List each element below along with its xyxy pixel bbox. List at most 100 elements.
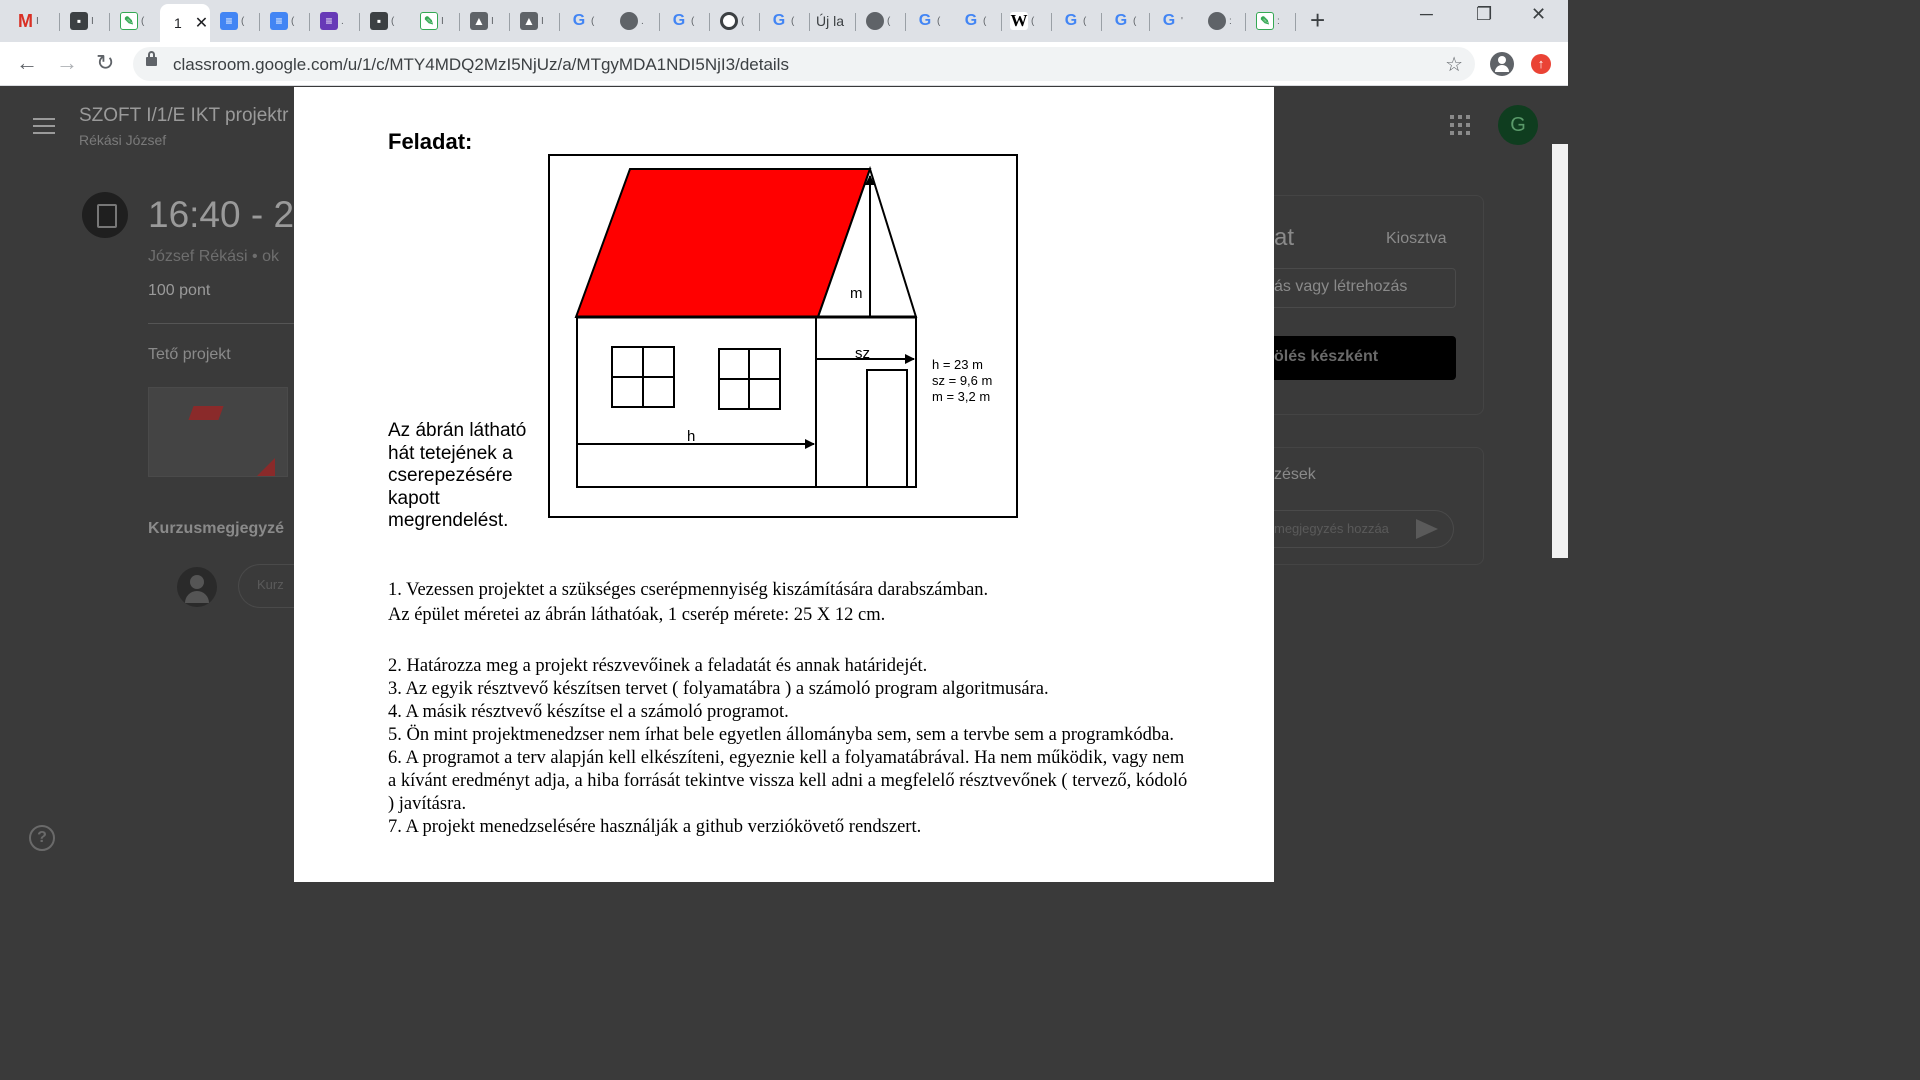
- profile-icon[interactable]: [1490, 52, 1514, 76]
- account-avatar[interactable]: G: [1498, 105, 1538, 145]
- tab-google-4[interactable]: G(: [906, 6, 956, 36]
- spreadsheet-icon: ✎: [1256, 12, 1274, 30]
- tab-image-2[interactable]: ▲ I: [510, 6, 560, 36]
- google-apps-icon[interactable]: [1450, 115, 1470, 135]
- tab-truncated-mark: (: [141, 15, 145, 27]
- google-icon: G: [772, 12, 786, 29]
- tab-wikipedia[interactable]: W(: [1000, 6, 1052, 36]
- tab-globe-2[interactable]: (: [856, 6, 906, 36]
- globe-icon: [620, 12, 638, 30]
- tab-title: Új la: [816, 13, 845, 29]
- google-icon: G: [572, 12, 586, 29]
- tab-truncated-mark: I: [441, 15, 444, 27]
- label-m: m: [850, 285, 863, 302]
- spreadsheet-icon: ✎: [120, 12, 138, 30]
- tab-truncated-mark: ': [1181, 15, 1183, 27]
- dim-h: h = 23 m: [932, 357, 983, 372]
- thumbnail-roof: [188, 406, 224, 420]
- new-tab-button[interactable]: +: [1310, 6, 1325, 34]
- tab-truncated-mark: .: [341, 15, 344, 27]
- window-left: [611, 346, 675, 408]
- tab-google-3[interactable]: G(: [760, 6, 810, 36]
- help-icon[interactable]: ?: [29, 825, 55, 851]
- tab-google-7[interactable]: G(: [1102, 6, 1150, 36]
- tab-truncated-mark: (: [887, 15, 891, 27]
- viewer-scrollbar[interactable]: [1552, 144, 1568, 558]
- lock-icon: [146, 51, 157, 66]
- close-tab-icon[interactable]: ✕: [195, 13, 208, 33]
- google-forms-icon: ≡: [320, 12, 338, 30]
- document-viewer: Feladat: m sz h h = 23 m sz = 9,6 m m = …: [294, 87, 1274, 882]
- tab-active[interactable]: 1 ✕: [160, 4, 210, 42]
- task-heading: Feladat:: [388, 129, 473, 154]
- restore-icon[interactable]: ❐: [1476, 4, 1492, 25]
- attachment-thumbnail[interactable]: [148, 387, 288, 477]
- tab-truncated-mark: I: [491, 15, 494, 27]
- assignment-description: Tető projekt: [148, 346, 231, 363]
- image-icon: ▲: [520, 12, 538, 30]
- assignment-icon: [82, 192, 128, 238]
- google-icon: G: [1162, 12, 1176, 29]
- address-bar[interactable]: classroom.google.com/u/1/c/MTY4MDQ2MzI5N…: [133, 47, 1475, 81]
- figure-caption: Az ábrán látható hát tetejének a cserepe…: [388, 420, 527, 531]
- tab-docs-2[interactable]: ≡(: [260, 6, 310, 36]
- instruction-item: 6. A programot a terv alapján kell elkés…: [388, 748, 1188, 814]
- minimize-icon[interactable]: ─: [1420, 4, 1433, 25]
- tab-google-5[interactable]: G(: [952, 6, 1002, 36]
- label-h: h: [687, 428, 695, 445]
- close-window-icon[interactable]: ✕: [1531, 4, 1546, 25]
- tab-google-8[interactable]: G ': [1150, 6, 1198, 36]
- class-comment-input[interactable]: Kurz: [238, 564, 298, 608]
- tab-new-tab[interactable]: Új la: [806, 6, 856, 36]
- wikipedia-icon: W: [1010, 11, 1028, 30]
- tab-truncated-mark: (: [983, 15, 987, 27]
- your-work-card: at Kiosztva ás vagy létrehozás ölés kész…: [1274, 195, 1484, 415]
- chat-icon: [720, 12, 738, 30]
- tab-strip: M I ▪ I ✎( 1 ✕ ≡( ≡( ≡. ▪( ✎ I ▲ I ▲ I G( . …: [0, 0, 1568, 42]
- instruction-item: 7. A projekt menedzselésére használják a…: [388, 817, 922, 837]
- tab-truncated-mark: (: [291, 15, 295, 27]
- url-text[interactable]: classroom.google.com/u/1/c/MTY4MDQ2MzI5N…: [173, 55, 789, 75]
- send-icon[interactable]: [1416, 519, 1438, 539]
- tab-title: 1: [174, 15, 182, 31]
- tab-google-2[interactable]: G(: [660, 6, 710, 36]
- tab-sheet-2[interactable]: ✎ I: [410, 6, 460, 36]
- google-icon: G: [1114, 12, 1128, 29]
- tab-gmail[interactable]: M I: [8, 6, 60, 36]
- tab-truncated-mark: (: [691, 15, 695, 27]
- dim-m: m = 3,2 m: [932, 389, 990, 404]
- tab-contacts[interactable]: ▪ I: [60, 6, 110, 36]
- tab-chat[interactable]: (: [710, 6, 760, 36]
- instruction-item: 3. Az egyik résztvevő készítsen tervet (…: [388, 679, 1049, 699]
- tab-docs-1[interactable]: ≡(: [210, 6, 260, 36]
- private-comments-card: zések megjegyzés hozzáa: [1274, 447, 1484, 565]
- tab-google-1[interactable]: G(: [560, 6, 610, 36]
- tab-forms[interactable]: ≡.: [310, 6, 360, 36]
- tab-contacts-2[interactable]: ▪(: [360, 6, 410, 36]
- tab-image-1[interactable]: ▲ I: [460, 6, 510, 36]
- tab-globe-3[interactable]: :: [1198, 6, 1246, 36]
- contact-card-icon: ▪: [70, 12, 88, 30]
- update-available-icon[interactable]: ↑: [1531, 54, 1551, 74]
- forward-arrow-icon[interactable]: →: [56, 50, 78, 76]
- instruction-item: 5. Ön mint projektmenedzser nem írhat be…: [388, 725, 1174, 745]
- tab-sheet[interactable]: ✎(: [110, 6, 160, 36]
- tab-truncated-mark: :: [1229, 15, 1232, 27]
- reload-icon[interactable]: ↻: [96, 50, 114, 76]
- browser-toolbar: ← → ↻ classroom.google.com/u/1/c/MTY4MDQ…: [0, 42, 1568, 86]
- main-menu-icon[interactable]: [33, 118, 55, 134]
- tab-google-6[interactable]: G(: [1052, 6, 1102, 36]
- bookmark-star-icon[interactable]: ☆: [1445, 52, 1463, 77]
- tab-sheet-3[interactable]: ✎:: [1246, 6, 1296, 36]
- back-arrow-icon[interactable]: ←: [16, 50, 38, 76]
- add-or-create-button[interactable]: ás vagy létrehozás: [1274, 268, 1456, 308]
- mark-as-done-button[interactable]: ölés készként: [1274, 336, 1456, 380]
- work-status: Kiosztva: [1386, 230, 1447, 247]
- image-icon: ▲: [470, 12, 488, 30]
- dim-sz: sz = 9,6 m: [932, 373, 992, 388]
- tab-truncated-mark: (: [391, 15, 395, 27]
- tab-truncated-mark: (: [791, 15, 795, 27]
- course-title[interactable]: SZOFT I/1/E IKT projektr: [79, 105, 288, 127]
- tab-truncated-mark: I: [91, 15, 94, 27]
- tab-globe-1[interactable]: .: [610, 6, 660, 36]
